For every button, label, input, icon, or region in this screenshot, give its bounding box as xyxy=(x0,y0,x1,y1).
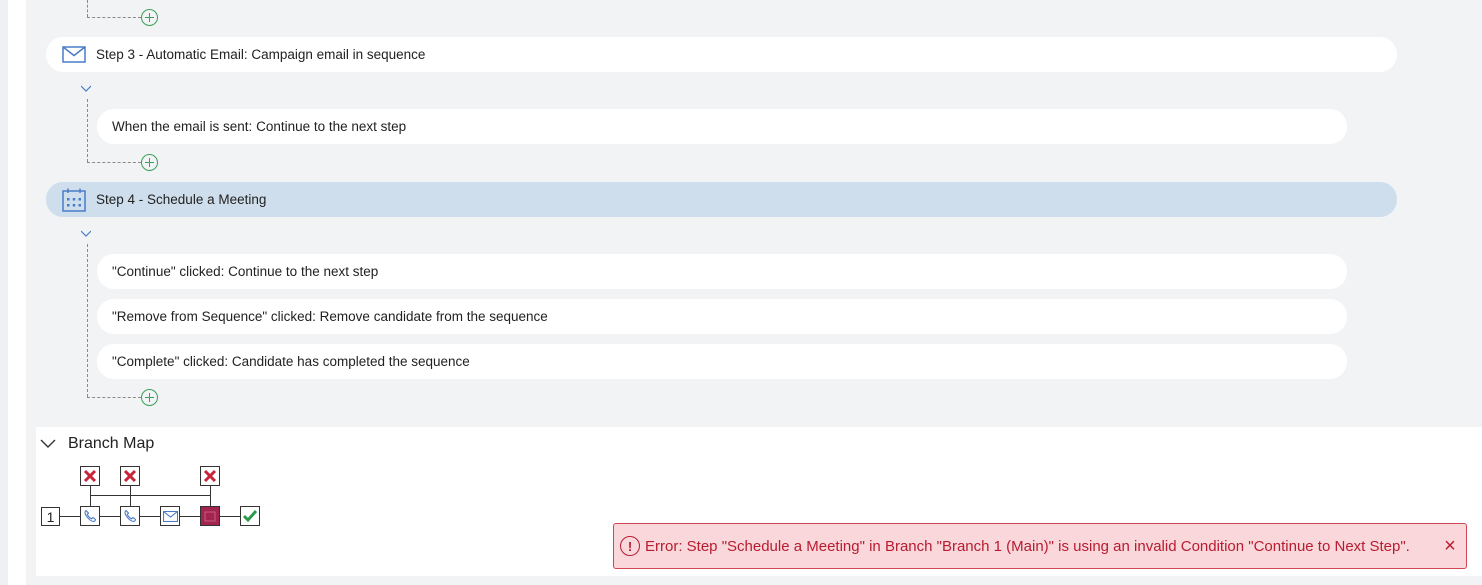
branch-number: 1 xyxy=(41,507,60,526)
branch-map-title: Branch Map xyxy=(68,435,155,452)
panel-bottom-border xyxy=(26,576,1482,585)
check-icon[interactable] xyxy=(240,506,260,526)
phone-icon[interactable] xyxy=(80,506,100,526)
envelope-icon[interactable] xyxy=(160,506,180,526)
condition-row[interactable]: "Continue" clicked: Continue to the next… xyxy=(97,254,1347,289)
error-message: Error: Step "Schedule a Meeting" in Bran… xyxy=(645,537,1410,555)
alert-circle-icon: ! xyxy=(620,536,640,556)
meeting-node[interactable] xyxy=(200,506,220,526)
condition-label: When the email is sent: Continue to the … xyxy=(112,119,407,134)
add-condition-icon[interactable] xyxy=(141,154,158,171)
branch-line xyxy=(130,485,131,507)
add-condition-icon[interactable] xyxy=(141,389,158,406)
condition-label: "Remove from Sequence" clicked: Remove c… xyxy=(112,309,548,324)
panel-border xyxy=(26,427,36,576)
step-4-label: Step 4 - Schedule a Meeting xyxy=(96,192,267,207)
connector-line xyxy=(87,0,88,17)
branch-line xyxy=(90,495,211,496)
chevron-down-icon[interactable] xyxy=(81,84,91,94)
chevron-down-icon[interactable] xyxy=(81,229,91,239)
phone-icon[interactable] xyxy=(120,506,140,526)
x-icon[interactable] xyxy=(120,466,140,486)
left-gutter xyxy=(0,0,8,585)
condition-row[interactable]: "Complete" clicked: Candidate has comple… xyxy=(97,344,1347,379)
connector-line xyxy=(87,162,141,163)
chevron-down-icon[interactable] xyxy=(40,439,56,449)
connector-line xyxy=(87,99,88,162)
condition-label: "Continue" clicked: Continue to the next… xyxy=(112,264,379,279)
envelope-icon xyxy=(61,43,87,67)
condition-row[interactable]: When the email is sent: Continue to the … xyxy=(97,109,1347,144)
x-icon[interactable] xyxy=(200,466,220,486)
close-icon[interactable]: × xyxy=(1438,535,1462,558)
error-toast: ! Error: Step "Schedule a Meeting" in Br… xyxy=(613,523,1467,569)
connector-line xyxy=(87,397,141,398)
calendar-icon xyxy=(61,188,87,212)
connector-line xyxy=(87,17,141,18)
x-icon[interactable] xyxy=(80,466,100,486)
step-3-label: Step 3 - Automatic Email: Campaign email… xyxy=(96,47,426,62)
condition-label: "Complete" clicked: Candidate has comple… xyxy=(112,354,470,369)
step-3-row[interactable]: Step 3 - Automatic Email: Campaign email… xyxy=(46,37,1397,72)
branch-line xyxy=(210,485,211,507)
connector-line xyxy=(87,244,88,397)
condition-row[interactable]: "Remove from Sequence" clicked: Remove c… xyxy=(97,299,1347,334)
add-step-icon[interactable] xyxy=(141,9,158,26)
branch-map-header[interactable]: Branch Map xyxy=(40,432,154,456)
step-4-row[interactable]: Step 4 - Schedule a Meeting xyxy=(46,182,1397,217)
branch-line xyxy=(90,485,91,507)
